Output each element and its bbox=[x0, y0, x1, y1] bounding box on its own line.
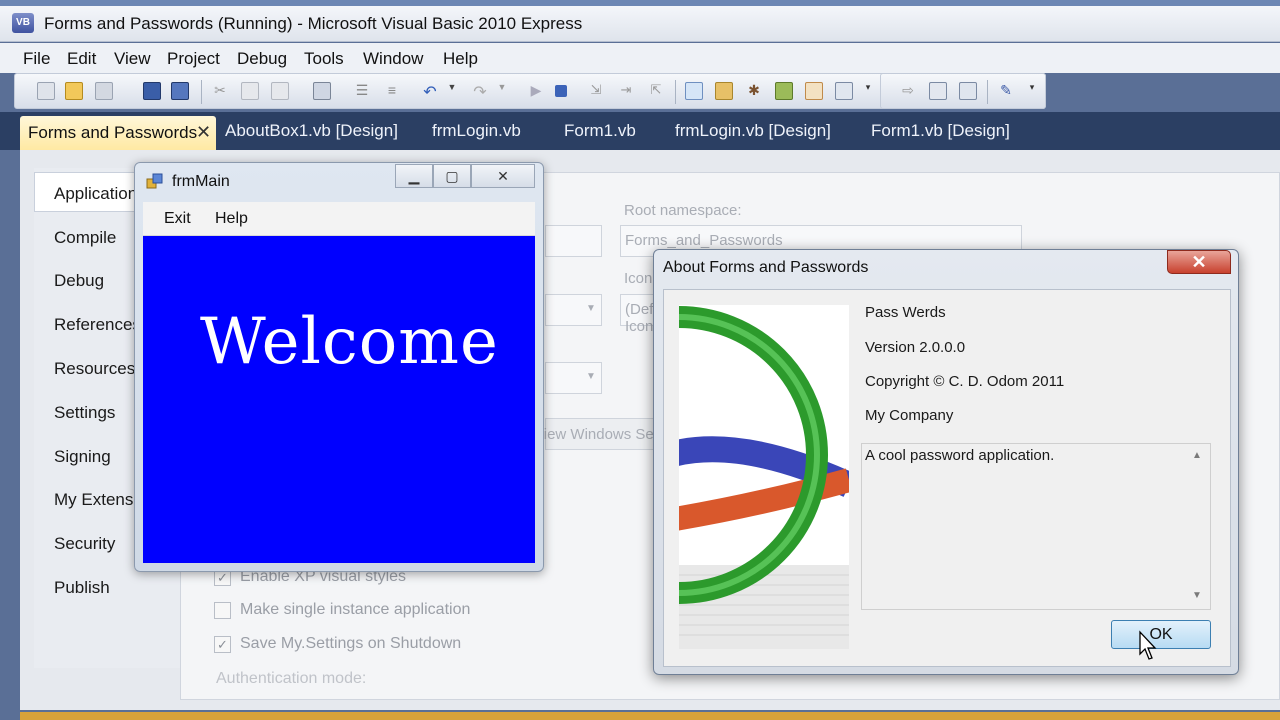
chevron-down-icon: ▼ bbox=[586, 371, 596, 382]
side-item-settings[interactable]: Settings bbox=[54, 403, 115, 423]
frmmain-client-area bbox=[143, 236, 535, 563]
side-item-application[interactable]: Application bbox=[54, 184, 137, 204]
about-product-name: Pass Werds bbox=[865, 304, 946, 321]
side-item-references[interactable]: References bbox=[54, 315, 141, 335]
object-browser-icon[interactable] bbox=[775, 82, 793, 100]
about-description-box[interactable] bbox=[861, 443, 1211, 610]
about-description: A cool password application. bbox=[865, 447, 1055, 464]
copy-icon[interactable] bbox=[241, 82, 259, 100]
undo-icon[interactable]: ↶ bbox=[421, 82, 439, 101]
close-button[interactable]: ✕ bbox=[471, 164, 535, 188]
tab-form1-code[interactable]: Form1.vb bbox=[564, 121, 636, 141]
tab-order-icon[interactable] bbox=[929, 82, 947, 100]
tab-frmlogin-code[interactable]: frmLogin.vb bbox=[432, 121, 521, 141]
error-list-icon[interactable] bbox=[805, 82, 823, 100]
find-icon[interactable] bbox=[313, 82, 331, 100]
menu-edit[interactable]: Edit bbox=[67, 49, 96, 69]
customize-toolbar-icon[interactable]: ✎ bbox=[997, 82, 1015, 100]
frmmain-menu-bar bbox=[143, 202, 535, 236]
layout-toolbar: ⇨ ✎ ▾ bbox=[880, 73, 1046, 109]
side-item-debug[interactable]: Debug bbox=[54, 271, 104, 291]
redo-icon[interactable]: ↷ bbox=[471, 82, 489, 101]
authentication-mode-label: Authentication mode: bbox=[216, 670, 367, 687]
form-app-icon bbox=[146, 173, 164, 191]
properties-icon[interactable] bbox=[715, 82, 733, 100]
paste-icon[interactable] bbox=[271, 82, 289, 100]
side-item-signing[interactable]: Signing bbox=[54, 447, 111, 467]
welcome-label: Welcome bbox=[200, 305, 499, 379]
side-item-resources[interactable]: Resources bbox=[54, 359, 135, 379]
tab-close-icon[interactable]: ✕ bbox=[196, 122, 211, 143]
startup-form-dropdown[interactable]: ▼ bbox=[545, 362, 602, 394]
stop-debug-icon[interactable] bbox=[555, 85, 567, 97]
side-item-compile[interactable]: Compile bbox=[54, 228, 116, 248]
maximize-button[interactable]: ▢ bbox=[433, 164, 471, 188]
single-instance-label: Make single instance application bbox=[240, 601, 471, 618]
root-namespace-value: Forms_and_Passwords bbox=[625, 232, 783, 249]
redo-dropdown-icon[interactable]: ▼ bbox=[493, 82, 511, 100]
frmmain-title: frmMain bbox=[172, 173, 230, 190]
about-company: My Company bbox=[865, 407, 954, 424]
single-instance-checkbox[interactable] bbox=[214, 602, 231, 619]
tab-forms-and-passwords-label: Forms and Passwords bbox=[28, 123, 198, 142]
cut-icon[interactable]: ✂ bbox=[211, 82, 229, 100]
toolbox-icon[interactable]: ✱ bbox=[745, 82, 763, 100]
root-namespace-label: Root namespace: bbox=[624, 202, 742, 219]
ide-menu-bar: File Edit View Project Debug Tools Windo… bbox=[0, 43, 1280, 73]
tab-form1-design[interactable]: Form1.vb [Design] bbox=[871, 121, 1010, 141]
start-debug-icon[interactable]: ▶ bbox=[527, 82, 545, 100]
menu-help[interactable]: Help bbox=[443, 49, 478, 69]
about-close-button[interactable]: ✕ bbox=[1167, 250, 1231, 274]
side-item-publish[interactable]: Publish bbox=[54, 578, 110, 598]
about-dialog-title: About Forms and Passwords bbox=[663, 259, 869, 276]
chevron-down-icon: ▼ bbox=[586, 303, 596, 314]
align-icon[interactable]: ⇨ bbox=[899, 82, 917, 100]
undo-dropdown-icon[interactable]: ▼ bbox=[443, 82, 461, 100]
menu-window[interactable]: Window bbox=[363, 49, 423, 69]
solution-explorer-icon[interactable] bbox=[685, 82, 703, 100]
about-version: Version 2.0.0.0 bbox=[865, 339, 966, 356]
save-settings-label: Save My.Settings on Shutdown bbox=[240, 635, 462, 652]
open-folder-icon[interactable] bbox=[65, 82, 83, 100]
step-over-icon[interactable]: ⇥ bbox=[617, 82, 635, 100]
product-logo-image bbox=[679, 305, 849, 649]
ide-window-title: Forms and Passwords (Running) - Microsof… bbox=[44, 14, 583, 33]
frmmain-menu-help[interactable]: Help bbox=[215, 210, 248, 228]
comment-icon[interactable]: ☰ bbox=[353, 82, 371, 100]
scroll-down-arrow-icon[interactable]: ▼ bbox=[1192, 590, 1202, 601]
side-item-security[interactable]: Security bbox=[54, 534, 115, 554]
menu-view[interactable]: View bbox=[114, 49, 151, 69]
menu-debug[interactable]: Debug bbox=[237, 49, 287, 69]
new-project-icon[interactable] bbox=[37, 82, 55, 100]
uncomment-icon[interactable]: ≡ bbox=[383, 82, 401, 100]
status-bar-edge bbox=[20, 712, 1280, 720]
layout-toolbar-overflow-icon[interactable]: ▾ bbox=[1027, 82, 1037, 100]
scroll-up-arrow-icon[interactable]: ▲ bbox=[1192, 450, 1202, 461]
menu-project[interactable]: Project bbox=[167, 49, 220, 69]
about-copyright: Copyright © C. D. Odom 2011 bbox=[865, 373, 1065, 390]
minimize-button[interactable]: ▁ bbox=[395, 164, 433, 188]
save-all-icon[interactable] bbox=[171, 82, 189, 100]
form-layout-icon[interactable] bbox=[959, 82, 977, 100]
ok-button[interactable]: OK bbox=[1111, 620, 1211, 649]
assembly-name-field[interactable] bbox=[545, 225, 602, 257]
toolbar-overflow-icon[interactable]: ▾ bbox=[863, 82, 873, 100]
tab-frmlogin-design[interactable]: frmLogin.vb [Design] bbox=[675, 121, 831, 141]
vb-logo-icon: VB bbox=[12, 13, 34, 33]
view-windows-settings-button[interactable]: View Windows Settings bbox=[534, 418, 690, 450]
icon-label: Icon: bbox=[624, 270, 657, 287]
tab-aboutbox-design[interactable]: AboutBox1.vb [Design] bbox=[225, 121, 398, 141]
target-framework-dropdown[interactable]: ▼ bbox=[545, 294, 602, 326]
add-item-icon[interactable] bbox=[95, 82, 113, 100]
save-icon[interactable] bbox=[143, 82, 161, 100]
mouse-pointer-icon bbox=[1138, 630, 1160, 662]
step-into-icon[interactable]: ⇲ bbox=[587, 82, 605, 100]
frmmain-menu-exit[interactable]: Exit bbox=[164, 210, 191, 228]
step-out-icon[interactable]: ⇱ bbox=[647, 82, 665, 100]
output-window-icon[interactable] bbox=[835, 82, 853, 100]
menu-tools[interactable]: Tools bbox=[304, 49, 344, 69]
save-settings-checkbox[interactable]: ✓ bbox=[214, 636, 231, 653]
menu-file[interactable]: File bbox=[23, 49, 50, 69]
